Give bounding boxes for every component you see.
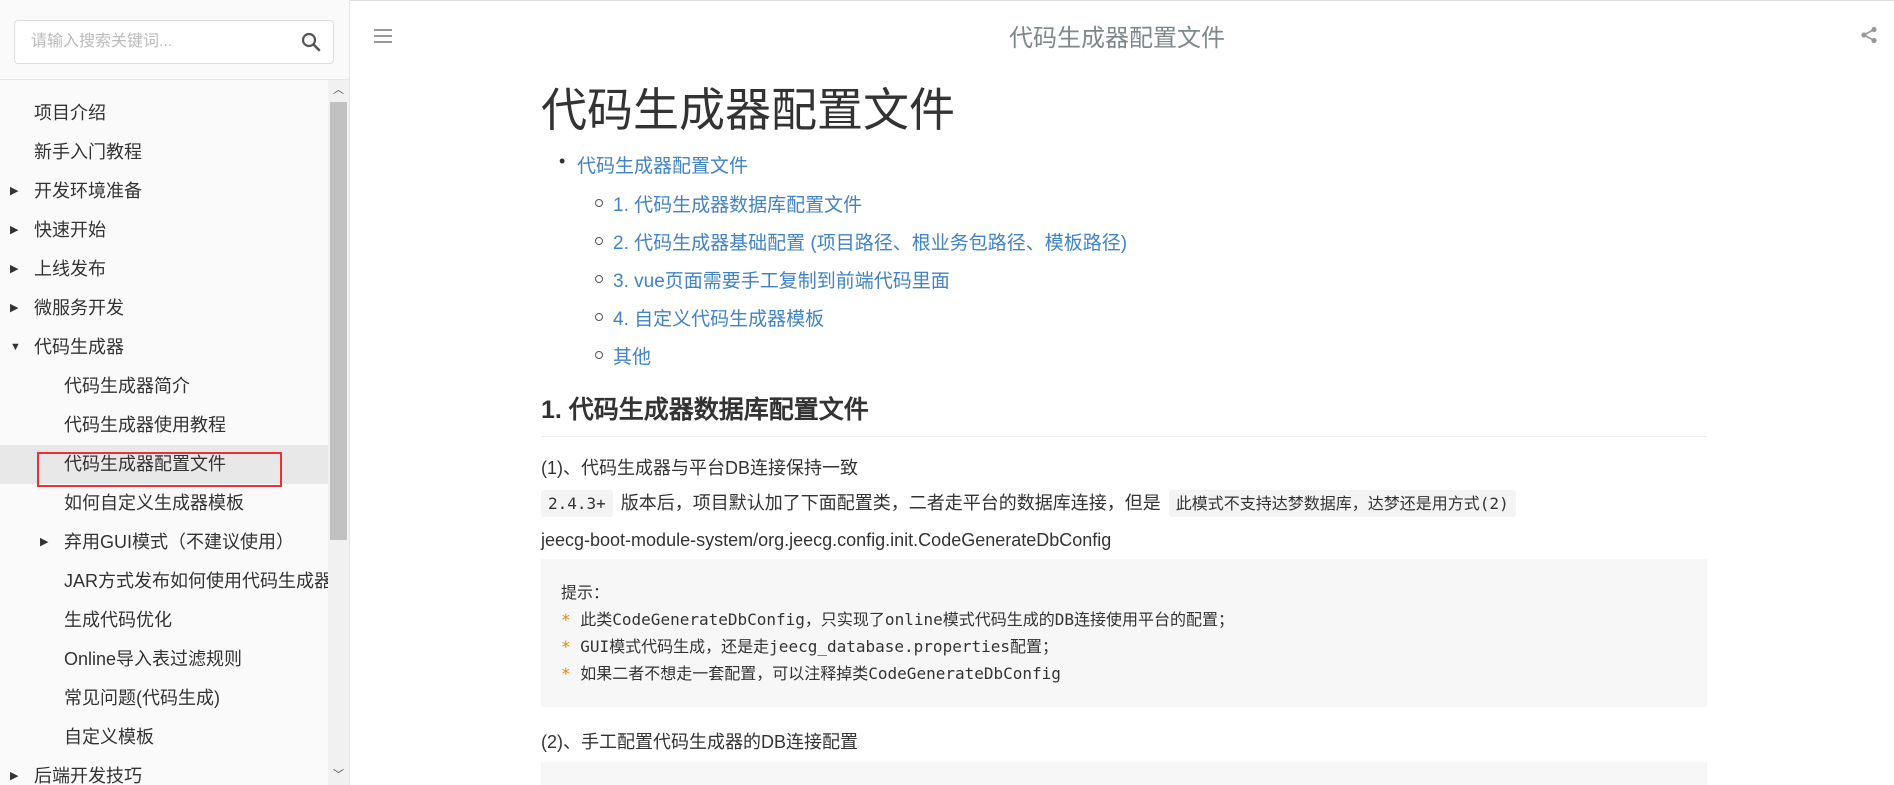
- circle-bullet-icon: [595, 199, 603, 207]
- class-path: jeecg-boot-module-system/org.jeecg.confi…: [541, 530, 1112, 550]
- sidebar-item-project-intro[interactable]: 项目介绍: [0, 94, 328, 133]
- sidebar-item-label: Online导入表过滤规则: [64, 649, 243, 669]
- version-code: 2.4.3+: [541, 490, 613, 517]
- toc-link-3[interactable]: 3. vue页面需要手工复制到前端代码里面: [613, 266, 950, 293]
- sidebar: 项目介绍 新手入门教程 ▶ 开发环境准备 ▶ 快速开始 ▶ 上线发布 ▶ 微服务…: [0, 0, 350, 785]
- sidebar-item-online-import-filter[interactable]: Online导入表过滤规则: [0, 640, 328, 679]
- sidebar-item-faq[interactable]: 常见问题(代码生成): [0, 679, 328, 718]
- sidebar-item-code-generator[interactable]: ▼ 代码生成器: [0, 328, 328, 367]
- bullet-icon: •: [559, 151, 566, 171]
- sidebar-item-microservice[interactable]: ▶ 微服务开发: [0, 289, 328, 328]
- sidebar-item-label: 新手入门教程: [34, 142, 142, 162]
- page-header-title: 代码生成器配置文件: [1009, 25, 1225, 52]
- sidebar-item-generator-config[interactable]: 代码生成器配置文件: [0, 445, 328, 484]
- page-title: 代码生成器配置文件: [541, 84, 955, 136]
- top-border: [350, 0, 1894, 4]
- circle-bullet-icon: [595, 275, 603, 283]
- search-box[interactable]: [14, 20, 334, 64]
- sidebar-item-label: 代码生成器配置文件: [64, 454, 226, 474]
- menu-toggle-icon[interactable]: [372, 26, 394, 46]
- sidebar-item-label: 自定义模板: [64, 727, 154, 747]
- search-input[interactable]: [15, 21, 285, 63]
- sidebar-item-quick-start[interactable]: ▶ 快速开始: [0, 211, 328, 250]
- sidebar-item-dev-env[interactable]: ▶ 开发环境准备: [0, 172, 328, 211]
- sidebar-item-beginner-tutorial[interactable]: 新手入门教程: [0, 133, 328, 172]
- caret-right-icon[interactable]: ▶: [40, 523, 48, 562]
- sidebar-item-code-optimize[interactable]: 生成代码优化: [0, 601, 328, 640]
- scrollbar-thumb[interactable]: [330, 102, 347, 540]
- sidebar-item-label: 项目介绍: [34, 103, 106, 123]
- caret-right-icon[interactable]: ▶: [10, 172, 18, 211]
- toc-link-4[interactable]: 4. 自定义代码生成器模板: [613, 304, 824, 331]
- sidebar-item-deploy[interactable]: ▶ 上线发布: [0, 250, 328, 289]
- toc-link-1[interactable]: 1. 代码生成器数据库配置文件: [613, 190, 862, 217]
- sidebar-item-label: 上线发布: [34, 259, 106, 279]
- sidebar-item-label: 常见问题(代码生成): [64, 688, 220, 708]
- sidebar-item-generator-tutorial[interactable]: 代码生成器使用教程: [0, 406, 328, 445]
- sidebar-item-label: 代码生成器: [34, 337, 124, 357]
- toc-link-root[interactable]: 代码生成器配置文件: [577, 151, 748, 178]
- search-area: [0, 0, 349, 80]
- sidebar-item-label: 快速开始: [34, 220, 106, 240]
- caret-right-icon[interactable]: ▶: [10, 289, 18, 328]
- sidebar-item-label: 开发环境准备: [34, 181, 142, 201]
- sidebar-item-label: JAR方式发布如何使用代码生成器: [64, 571, 328, 591]
- sidebar-item-label: 代码生成器使用教程: [64, 415, 226, 435]
- version-note-text: 版本后，项目默认加了下面配置类，二者走平台的数据库连接，但是: [620, 493, 1161, 513]
- version-note: 2.4.3+ 版本后，项目默认加了下面配置类，二者走平台的数据库连接，但是 此模式不…: [541, 489, 1516, 517]
- sidebar-item-backend-tips[interactable]: ▶ 后端开发技巧: [0, 757, 328, 785]
- caret-right-icon[interactable]: ▶: [10, 250, 18, 289]
- search-icon[interactable]: [301, 32, 321, 52]
- sidebar-item-label: 后端开发技巧: [34, 766, 142, 785]
- code-line: 提示：: [561, 583, 610, 602]
- nav-tree: 项目介绍 新手入门教程 ▶ 开发环境准备 ▶ 快速开始 ▶ 上线发布 ▶ 微服务…: [0, 80, 328, 785]
- circle-bullet-icon: [595, 313, 603, 321]
- circle-bullet-icon: [595, 351, 603, 359]
- sidebar-item-custom-template[interactable]: 自定义模板: [0, 718, 328, 757]
- sidebar-item-label: 代码生成器简介: [64, 376, 190, 396]
- scroll-up-arrow-icon[interactable]: ︿: [328, 80, 349, 100]
- sidebar-item-custom-template-howto[interactable]: 如何自定义生成器模板: [0, 484, 328, 523]
- sidebar-item-label: 微服务开发: [34, 298, 124, 318]
- share-icon[interactable]: [1860, 26, 1878, 44]
- sidebar-item-gui-mode[interactable]: ▶ 弃用GUI模式（不建议使用）: [0, 523, 328, 562]
- toc-link-5[interactable]: 其他: [613, 342, 651, 369]
- caret-right-icon[interactable]: ▶: [10, 211, 18, 250]
- code-line: * GUI模式代码生成，还是走jeecg_database.properties…: [561, 637, 1058, 656]
- toc-link-2[interactable]: 2. 代码生成器基础配置 (项目路径、根业务包路径、模板路径): [613, 228, 1127, 255]
- caret-down-icon[interactable]: ▼: [10, 328, 21, 367]
- sidebar-item-generator-intro[interactable]: 代码生成器简介: [0, 367, 328, 406]
- circle-bullet-icon: [595, 237, 603, 245]
- code-block-partial: [541, 762, 1707, 785]
- caret-right-icon[interactable]: ▶: [10, 757, 18, 785]
- sidebar-item-label: 如何自定义生成器模板: [64, 493, 244, 513]
- dameng-note-code: 此模式不支持达梦数据库，达梦还是用方式(2): [1168, 490, 1516, 517]
- sidebar-scrollbar[interactable]: ︿ ﹀: [328, 80, 349, 785]
- paragraph-manual-db: (2)、手工配置代码生成器的DB连接配置: [541, 732, 859, 752]
- sidebar-item-label: 弃用GUI模式（不建议使用）: [64, 532, 294, 552]
- sidebar-item-label: 生成代码优化: [64, 610, 172, 630]
- scroll-down-arrow-icon[interactable]: ﹀: [328, 765, 349, 785]
- paragraph-db-sync: (1)、代码生成器与平台DB连接保持一致: [541, 458, 859, 478]
- section-heading: 1. 代码生成器数据库配置文件: [541, 390, 1707, 437]
- code-line: * 此类CodeGenerateDbConfig，只实现了online模式代码生…: [561, 610, 1234, 629]
- code-line: * 如果二者不想走一套配置，可以注释掉类CodeGenerateDbConfig: [561, 664, 1061, 683]
- sidebar-item-jar-deploy[interactable]: JAR方式发布如何使用代码生成器: [0, 562, 328, 601]
- code-block: 提示： * 此类CodeGenerateDbConfig，只实现了online模…: [541, 559, 1707, 707]
